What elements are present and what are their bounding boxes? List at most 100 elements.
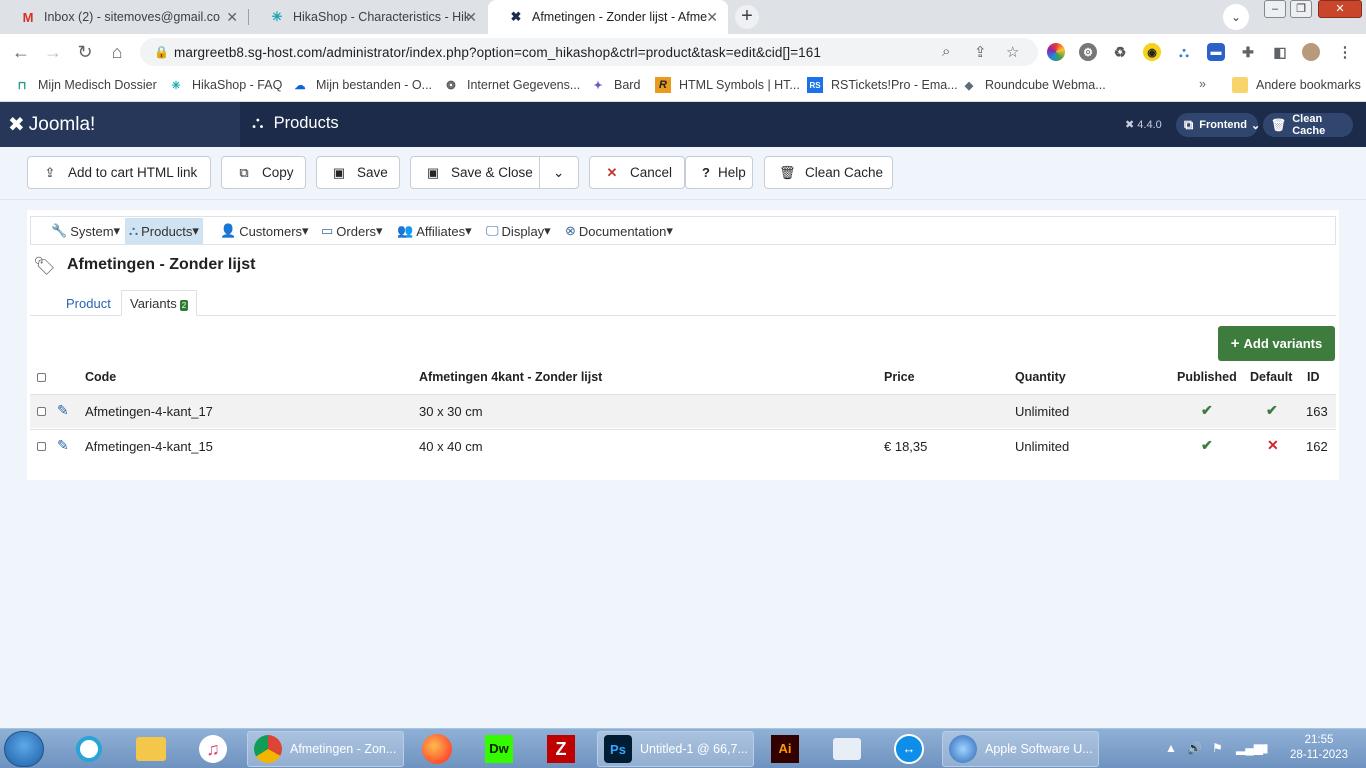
filezilla-icon[interactable]: Z bbox=[534, 731, 588, 767]
header-clean-cache-button[interactable]: 🗑 Clean Cache bbox=[1263, 113, 1353, 137]
start-button[interactable] bbox=[4, 731, 44, 767]
extensions-puzzle-icon[interactable]: ✚ bbox=[1239, 43, 1257, 61]
home-icon[interactable]: ⌂ bbox=[106, 42, 128, 62]
column-header-published[interactable]: Published bbox=[1177, 370, 1237, 384]
close-tab-icon[interactable]: ✕ bbox=[226, 9, 238, 26]
menu-orders[interactable]: ▭ Orders ▾ bbox=[317, 218, 387, 244]
teamviewer-icon[interactable]: ↔ bbox=[882, 731, 936, 767]
bookmark-mijn-medisch-dossier[interactable]: ⊓ Mijn Medisch Dossier bbox=[14, 77, 157, 93]
network-icon[interactable]: ▂▄▆ bbox=[1236, 741, 1263, 755]
published-check-icon[interactable]: ✔ bbox=[1201, 402, 1213, 419]
show-hidden-icons[interactable]: ▲ bbox=[1165, 741, 1177, 755]
tab-gmail[interactable]: M Inbox (2) - sitemoves@gmail.com ✕ bbox=[0, 0, 248, 34]
help-button[interactable]: ? Help bbox=[685, 156, 753, 189]
tab-product[interactable]: Product bbox=[58, 290, 119, 316]
published-check-icon[interactable]: ✔ bbox=[1201, 437, 1213, 454]
column-header-id[interactable]: ID bbox=[1307, 370, 1320, 384]
back-icon[interactable]: ← bbox=[10, 42, 32, 62]
variant-code[interactable]: Afmetingen-4-kant_17 bbox=[85, 404, 213, 419]
taskbar-window-apple-update[interactable]: Apple Software U... bbox=[942, 731, 1099, 767]
url-text[interactable]: margreetb8.sg-host.com/administrator/ind… bbox=[174, 45, 821, 60]
tab-variants[interactable]: Variants 2 bbox=[121, 290, 198, 316]
color-extension-icon[interactable] bbox=[1047, 43, 1065, 61]
search-app-icon[interactable] bbox=[62, 731, 116, 767]
default-check-icon[interactable]: ✔ bbox=[1266, 402, 1278, 419]
column-header-price[interactable]: Price bbox=[884, 370, 915, 384]
select-all-checkbox[interactable] bbox=[37, 373, 46, 382]
edit-pencil-icon[interactable]: ✎ bbox=[57, 437, 69, 454]
variant-code[interactable]: Afmetingen-4-kant_15 bbox=[85, 439, 213, 454]
search-icon[interactable]: ⌕ bbox=[942, 43, 950, 60]
forward-icon[interactable]: → bbox=[42, 42, 64, 62]
menu-documentation[interactable]: ⊗ Documentation ▾ bbox=[561, 218, 677, 244]
sitemap-extension-icon[interactable]: ⛬ bbox=[1175, 43, 1193, 61]
bookmark-roundcube[interactable]: ◆ Roundcube Webma... bbox=[961, 77, 1106, 93]
edit-pencil-icon[interactable]: ✎ bbox=[57, 402, 69, 419]
column-header-quantity[interactable]: Quantity bbox=[1015, 370, 1066, 384]
not-default-cross-icon[interactable]: ✕ bbox=[1267, 437, 1279, 454]
tab-hikashop[interactable]: ✳ HikaShop - Characteristics - Hika ✕ bbox=[249, 0, 487, 34]
profile-avatar[interactable] bbox=[1302, 43, 1320, 61]
menu-affiliates[interactable]: 👥 Affiliates ▾ bbox=[393, 218, 476, 244]
settings-extension-icon[interactable]: ⚙ bbox=[1079, 43, 1097, 61]
bookmark-html-symbols[interactable]: R HTML Symbols | HT... bbox=[655, 77, 800, 93]
bookmark-onedrive[interactable]: ☁ Mijn bestanden - O... bbox=[292, 77, 433, 93]
itunes-icon[interactable]: ♫ bbox=[186, 731, 240, 767]
battery-icon[interactable]: ▮ bbox=[1262, 741, 1269, 755]
bookmark-rstickets[interactable]: RS RSTickets!Pro - Ema... bbox=[807, 77, 958, 93]
close-tab-icon[interactable]: ✕ bbox=[706, 9, 718, 26]
frontend-dropdown[interactable]: ⧉ Frontend ⌄ bbox=[1176, 113, 1260, 137]
close-tab-icon[interactable]: ✕ bbox=[465, 9, 477, 26]
row-checkbox[interactable] bbox=[37, 442, 46, 451]
taskbar-window-chrome[interactable]: Afmetingen - Zon... bbox=[247, 731, 404, 767]
new-tab-button[interactable]: + bbox=[735, 5, 759, 29]
row-checkbox[interactable] bbox=[37, 407, 46, 416]
lock-icon[interactable]: 🔒 bbox=[154, 45, 169, 59]
save-close-button[interactable]: ▣ Save & Close bbox=[410, 156, 540, 189]
flag-icon[interactable]: ⚑ bbox=[1212, 741, 1223, 755]
save-button[interactable]: ▣ Save bbox=[316, 156, 400, 189]
copy-button[interactable]: ⧉ Copy bbox=[221, 156, 306, 189]
joomla-logo[interactable]: ✖ Joomla! bbox=[0, 102, 240, 147]
table-row[interactable]: ✎ Afmetingen-4-kant_15 40 x 40 cm € 18,3… bbox=[30, 429, 1336, 463]
close-window-button[interactable]: ✕ bbox=[1318, 0, 1362, 18]
column-header-code[interactable]: Code bbox=[85, 370, 116, 384]
dreamweaver-icon[interactable]: Dw bbox=[472, 731, 526, 767]
side-panel-icon[interactable]: ◧ bbox=[1271, 43, 1289, 61]
menu-products[interactable]: ⛬ Products ▾ bbox=[125, 218, 203, 244]
audio-extension-icon[interactable]: ◉ bbox=[1143, 43, 1161, 61]
address-bar[interactable]: 🔒 margreetb8.sg-host.com/administrator/i… bbox=[140, 38, 1038, 66]
other-bookmarks[interactable]: Andere bookmarks bbox=[1232, 77, 1361, 93]
minimize-button[interactable]: – bbox=[1264, 0, 1286, 18]
illustrator-icon[interactable]: Ai bbox=[758, 731, 812, 767]
window-extension-icon[interactable]: ▬ bbox=[1207, 43, 1225, 61]
save-options-dropdown[interactable]: ⌄ bbox=[539, 156, 579, 189]
browser-menu-icon[interactable]: ⋮ bbox=[1336, 43, 1354, 61]
menu-display[interactable]: 🖵 Display ▾ bbox=[482, 218, 555, 244]
taskbar-window-photoshop[interactable]: Ps Untitled-1 @ 66,7... bbox=[597, 731, 754, 767]
reload-icon[interactable]: ↻ bbox=[74, 42, 96, 62]
maximize-button[interactable]: ❐ bbox=[1290, 0, 1312, 18]
bookmark-internet-gegevens[interactable]: ❂ Internet Gegevens... bbox=[443, 77, 580, 93]
more-bookmarks-icon[interactable]: » bbox=[1199, 77, 1206, 91]
add-to-cart-html-link-button[interactable]: ⇪ Add to cart HTML link bbox=[27, 156, 211, 189]
column-header-default[interactable]: Default bbox=[1250, 370, 1292, 384]
system-clock[interactable]: 21:55 28-11-2023 bbox=[1290, 733, 1348, 763]
bookmark-bard[interactable]: ✦ Bard bbox=[590, 77, 640, 93]
menu-system[interactable]: 🔧 System ▾ bbox=[47, 218, 124, 244]
mail-app-icon[interactable] bbox=[820, 731, 874, 767]
menu-customers[interactable]: 👤 Customers ▾ bbox=[216, 218, 313, 244]
tab-search-button[interactable]: ⌄ bbox=[1223, 4, 1249, 30]
tab-joomla-active[interactable]: ✖ Afmetingen - Zonder lijst - Afme ✕ bbox=[488, 0, 728, 34]
table-row[interactable]: ✎ Afmetingen-4-kant_17 30 x 30 cm Unlimi… bbox=[30, 394, 1336, 428]
cancel-button[interactable]: ✕ Cancel bbox=[589, 156, 685, 189]
add-variants-button[interactable]: + Add variants bbox=[1218, 326, 1335, 361]
share-icon[interactable]: ⇪ bbox=[974, 43, 987, 61]
firefox-icon[interactable] bbox=[410, 731, 464, 767]
file-explorer-icon[interactable] bbox=[124, 731, 178, 767]
volume-icon[interactable]: 🔊 bbox=[1187, 741, 1202, 755]
bookmark-star-icon[interactable]: ☆ bbox=[1006, 43, 1019, 61]
recycle-extension-icon[interactable]: ♻ bbox=[1111, 43, 1129, 61]
clean-cache-button[interactable]: 🗑 Clean Cache bbox=[764, 156, 893, 189]
bookmark-hikashop-faq[interactable]: ✳ HikaShop - FAQ bbox=[168, 77, 282, 93]
